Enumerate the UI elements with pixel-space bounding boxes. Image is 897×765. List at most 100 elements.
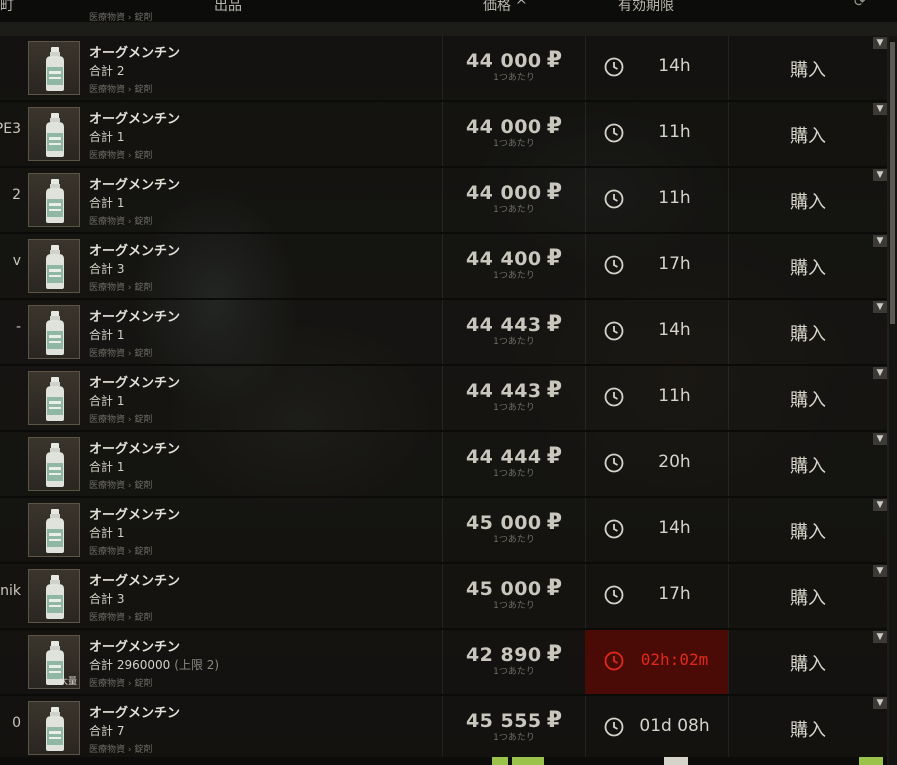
clock-icon <box>604 453 624 473</box>
table-row: - オーグメンチン 合計 1 医療物資 › 錠剤 44 443 ₽1つあたり 14h 購入 ▼ <box>0 300 887 366</box>
expiry-time: 17h <box>658 254 691 274</box>
item-category: 医療物資 › 錠剤 <box>89 415 153 425</box>
item-category: 医療物資 › 錠剤 <box>89 151 153 161</box>
price-cell: 44 443 ₽1つあたり <box>443 378 585 413</box>
expiry-cell: 02h:02m <box>585 630 728 694</box>
price-cell: 44 000 ₽1つあたり <box>443 180 585 215</box>
item-name: オーグメンチン <box>89 46 181 61</box>
header-price[interactable]: 価格 ^ <box>483 0 527 15</box>
price-value: 45 000 <box>465 578 542 600</box>
expiry-time: 17h <box>658 584 691 604</box>
item-thumbnail[interactable] <box>28 437 80 491</box>
chevron-down-icon[interactable]: ▼ <box>873 235 887 247</box>
buy-button[interactable]: 購入 <box>729 452 887 478</box>
chevron-down-icon[interactable]: ▼ <box>873 565 887 577</box>
price-per-unit: 1つあたり <box>493 337 535 347</box>
item-thumbnail[interactable] <box>28 107 80 161</box>
expiry-cell: 14h <box>585 300 728 364</box>
item-thumbnail[interactable] <box>28 239 80 293</box>
expiry-cell: 11h <box>585 168 728 232</box>
expiry-cell: 20h <box>585 432 728 496</box>
seller-name[interactable] <box>0 36 22 100</box>
seller-name[interactable]: v <box>0 234 22 298</box>
chevron-down-icon[interactable]: ▼ <box>873 631 887 643</box>
seller-name[interactable]: 0 <box>0 696 22 760</box>
chevron-down-icon[interactable]: ▼ <box>873 103 887 115</box>
buy-button[interactable]: 購入 <box>729 386 887 412</box>
clock-icon <box>604 519 624 539</box>
header-expiry[interactable]: 有効期限 <box>618 0 674 15</box>
scrollbar-thumb[interactable] <box>890 42 895 324</box>
refresh-icon[interactable]: ⟳ <box>854 0 866 10</box>
clock-icon <box>604 255 624 275</box>
table-row: オーグメンチン 合計 1 医療物資 › 錠剤 44 444 ₽1つあたり 20h 購入 ▼ <box>0 432 887 498</box>
header-offer[interactable]: 出品 <box>214 0 242 15</box>
item-category: 医療物資 › 錠剤 <box>89 217 153 227</box>
buy-button[interactable]: 購入 <box>729 188 887 214</box>
expiry-cell: 11h <box>585 102 728 166</box>
seller-name[interactable] <box>0 432 22 496</box>
chevron-down-icon[interactable]: ▼ <box>873 697 887 709</box>
table-row: オーグメンチン 合計 1 医療物資 › 錠剤 44 443 ₽1つあたり 11h 購入 ▼ <box>0 366 887 432</box>
scrollbar[interactable] <box>889 36 897 765</box>
header-seller[interactable]: 町 <box>0 0 14 15</box>
item-category: 医療物資 › 錠剤 <box>89 613 153 623</box>
table-row: nik オーグメンチン 合計 3 医療物資 › 錠剤 45 000 ₽1つあたり 17h 購… <box>0 564 887 630</box>
chevron-down-icon[interactable]: ▼ <box>873 499 887 511</box>
item-thumbnail[interactable] <box>28 503 80 557</box>
buy-button[interactable]: 購入 <box>729 320 887 346</box>
expiry-time: 11h <box>658 122 691 142</box>
seller-name[interactable] <box>0 630 22 694</box>
price-value: 45 000 <box>465 512 542 534</box>
seller-name[interactable] <box>0 366 22 430</box>
expiry-time: 11h <box>658 386 691 406</box>
chevron-down-icon[interactable]: ▼ <box>873 37 887 49</box>
clock-icon <box>604 585 624 605</box>
item-name: オーグメンチン <box>89 508 181 523</box>
seller-name[interactable]: 2 <box>0 168 22 232</box>
buy-button[interactable]: 購入 <box>729 584 887 610</box>
seller-name[interactable]: nik <box>0 564 22 628</box>
buy-button[interactable]: 購入 <box>729 716 887 742</box>
item-thumbnail[interactable] <box>28 173 80 227</box>
price-cell: 45 555 ₽1つあたり <box>443 708 585 743</box>
item-thumbnail[interactable] <box>28 701 80 755</box>
buy-button[interactable]: 購入 <box>729 518 887 544</box>
chevron-down-icon[interactable]: ▼ <box>873 301 887 313</box>
expiry-cell: 14h <box>585 498 728 562</box>
buy-button[interactable]: 購入 <box>729 650 887 676</box>
item-category: 医療物資 › 錠剤 <box>89 745 153 755</box>
seller-name[interactable]: - <box>0 300 22 364</box>
item-thumbnail[interactable] <box>28 305 80 359</box>
buy-button[interactable]: 購入 <box>729 56 887 82</box>
expiry-time: 14h <box>658 320 691 340</box>
price-per-unit: 1つあたり <box>493 139 535 149</box>
item-quantity: 合計 1 <box>89 526 125 540</box>
item-thumbnail[interactable] <box>28 41 80 95</box>
green-badge <box>512 757 544 765</box>
item-thumbnail[interactable]: 大量 <box>28 635 80 689</box>
price-value: 44 443 <box>465 380 542 402</box>
seller-name[interactable]: PE3 <box>0 102 22 166</box>
table-row: v オーグメンチン 合計 3 医療物資 › 錠剤 44 400 ₽1つあたり 17h 購入 ▼ <box>0 234 887 300</box>
item-name: オーグメンチン <box>89 244 181 259</box>
seller-name[interactable] <box>0 498 22 562</box>
item-quantity: 合計 7 <box>89 724 125 738</box>
chevron-down-icon[interactable]: ▼ <box>873 433 887 445</box>
table-row: オーグメンチン 合計 2 医療物資 › 錠剤 44 000 ₽1つあたり 14h 購入 ▼ <box>0 36 887 102</box>
item-quantity: 合計 1 <box>89 460 125 474</box>
price-per-unit: 1つあたり <box>493 205 535 215</box>
item-quantity: 合計 1 <box>89 328 125 342</box>
buy-button[interactable]: 購入 <box>729 122 887 148</box>
table-row: 0 オーグメンチン 合計 7 医療物資 › 錠剤 45 555 ₽1つあたり 01d 08… <box>0 696 887 762</box>
price-value: 44 400 <box>465 248 542 270</box>
item-category: 医療物資 › 錠剤 <box>89 349 153 359</box>
item-quantity: 合計 1 <box>89 196 125 210</box>
buy-button[interactable]: 購入 <box>729 254 887 280</box>
chevron-down-icon[interactable]: ▼ <box>873 367 887 379</box>
chevron-down-icon[interactable]: ▼ <box>873 169 887 181</box>
item-thumbnail[interactable] <box>28 371 80 425</box>
item-thumbnail[interactable] <box>28 569 80 623</box>
price-cell: 44 000 ₽1つあたり <box>443 114 585 149</box>
price-value: 44 000 <box>465 116 542 138</box>
